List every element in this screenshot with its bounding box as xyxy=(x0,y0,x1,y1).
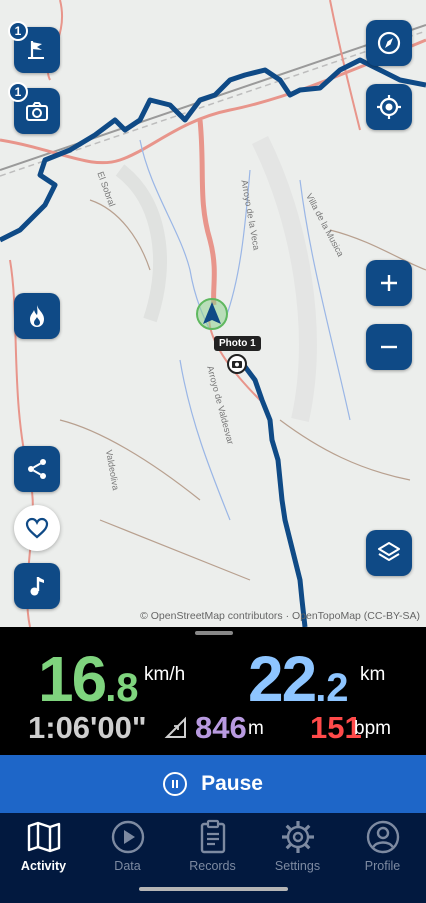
nav-label: Settings xyxy=(274,859,321,873)
distance-integer: 22 xyxy=(248,643,317,715)
map-attribution[interactable]: © OpenStreetMap contributors · OpenTopoM… xyxy=(140,610,420,622)
elevation-unit: m xyxy=(248,718,264,739)
elevation-icon xyxy=(164,716,186,738)
heatmap-button[interactable] xyxy=(14,293,60,339)
layers-icon xyxy=(378,542,400,561)
crosshair-icon xyxy=(377,95,401,119)
nav-item-settings[interactable]: Settings xyxy=(255,819,340,873)
nav-item-profile[interactable]: Profile xyxy=(340,819,425,873)
music-button[interactable] xyxy=(14,563,60,609)
plus-icon xyxy=(381,275,397,291)
panel-drag-handle[interactable] xyxy=(195,631,233,635)
heart-rate-unit: bpm xyxy=(354,718,391,739)
speed-unit: km/h xyxy=(144,664,186,685)
music-note-icon xyxy=(30,577,44,596)
favorite-button[interactable] xyxy=(14,505,60,551)
play-icon xyxy=(111,820,144,854)
zoom-in-button[interactable] xyxy=(366,260,412,306)
heart-icon xyxy=(25,517,49,539)
compass-button[interactable] xyxy=(366,20,412,66)
nav-item-activity[interactable]: Activity xyxy=(1,819,86,873)
map-icon xyxy=(27,821,60,853)
elevation-value: 846 xyxy=(195,710,247,745)
nav-label: Profile xyxy=(364,859,401,873)
photo-button[interactable]: 1 xyxy=(8,82,60,134)
pause-button[interactable]: Pause xyxy=(0,755,426,813)
zoom-out-button[interactable] xyxy=(366,324,412,370)
user-icon xyxy=(366,820,399,854)
minus-icon xyxy=(381,345,397,349)
clipboard-icon xyxy=(200,819,225,854)
camera-icon xyxy=(26,102,48,121)
speed-integer: 16 xyxy=(38,643,107,715)
home-indicator[interactable] xyxy=(139,887,288,891)
locate-button[interactable] xyxy=(366,84,412,130)
distance-decimal: .2 xyxy=(315,666,349,710)
waypoint-count-badge: 1 xyxy=(8,21,28,41)
duration-value: 1:06'00" xyxy=(28,710,147,745)
gear-icon xyxy=(281,821,314,853)
distance-value: 22.2 xyxy=(248,642,349,716)
pause-label: Pause xyxy=(201,772,263,795)
nav-label: Data xyxy=(114,859,141,873)
map-view[interactable]: El Sobral Villa de la Musica Arroyo de l… xyxy=(0,0,426,627)
pause-icon xyxy=(163,772,188,796)
photo-marker-label[interactable]: Photo 1 xyxy=(214,336,261,351)
compass-icon xyxy=(377,31,401,55)
share-icon xyxy=(28,459,46,479)
photo-count-badge: 1 xyxy=(8,82,28,102)
speed-value: 16.8 xyxy=(38,642,139,716)
flame-icon xyxy=(30,305,44,327)
waypoint-button[interactable]: 1 xyxy=(8,21,60,73)
map-canvas xyxy=(0,0,426,627)
nav-item-data[interactable]: Data xyxy=(85,819,170,873)
nav-label: Records xyxy=(189,859,236,873)
layers-button[interactable] xyxy=(366,530,412,576)
speed-decimal: .8 xyxy=(105,666,139,710)
flag-icon xyxy=(28,41,44,59)
track-line xyxy=(0,57,426,243)
nav-label: Activity xyxy=(20,859,67,873)
distance-unit: km xyxy=(360,664,386,685)
nav-item-records[interactable]: Records xyxy=(170,819,255,873)
share-button[interactable] xyxy=(14,446,60,492)
